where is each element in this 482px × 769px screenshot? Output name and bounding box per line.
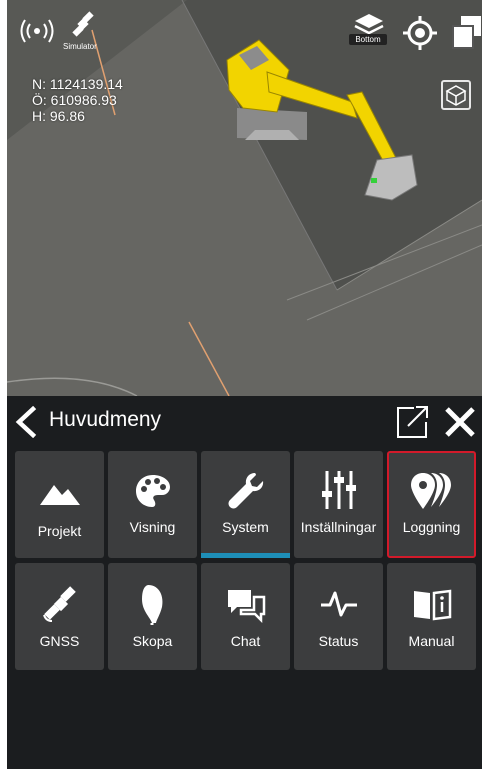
chat-icon [227, 590, 265, 623]
pulse-icon [320, 591, 357, 617]
tile-manual[interactable]: Manual [387, 563, 476, 670]
map-3d-view[interactable]: Simulator Bottom N: 1124139.14 Ö: 610986… [7, 0, 482, 396]
tile-chat[interactable]: Chat [201, 563, 290, 670]
menu-header: Huvudmeny [7, 396, 482, 448]
tile-projekt[interactable]: Projekt [15, 451, 104, 558]
terrain-graphic [7, 0, 482, 396]
height-coordinate: H: 96.86 [32, 108, 85, 124]
locate-icon[interactable] [403, 16, 437, 50]
layer-label: Bottom [349, 34, 387, 45]
tile-visning[interactable]: Visning [108, 451, 197, 558]
book-info-icon [413, 589, 451, 621]
tile-label: Visning [129, 519, 176, 535]
tile-system[interactable]: System [201, 451, 290, 558]
satellite-icon[interactable] [69, 10, 97, 38]
satellite-icon [42, 586, 76, 622]
tile-label: System [222, 519, 269, 535]
window-icon[interactable] [451, 14, 482, 50]
sliders-icon [321, 471, 356, 509]
menu-title: Huvudmeny [49, 408, 162, 431]
app-frame: Simulator Bottom N: 1124139.14 Ö: 610986… [7, 0, 482, 769]
pins-icon [410, 473, 451, 509]
tile-label: Loggning [402, 519, 461, 535]
layers-icon[interactable] [353, 12, 385, 36]
tile-skopa[interactable]: Skopa [108, 563, 197, 670]
tile-label: Manual [408, 633, 455, 649]
tile-label: Chat [230, 633, 261, 649]
back-chevron-icon[interactable] [13, 406, 39, 438]
cube-icon [445, 85, 467, 106]
palette-icon [135, 475, 170, 507]
tile-label: Projekt [37, 523, 82, 539]
simulator-label: Simulator [63, 42, 97, 51]
view-cube-button[interactable] [441, 80, 471, 110]
tile-loggning[interactable]: Loggning [387, 451, 476, 558]
close-icon[interactable] [443, 405, 477, 439]
popout-icon[interactable] [394, 404, 430, 440]
tile-installningar[interactable]: Inställningar [294, 451, 383, 558]
tile-gnss[interactable]: GNSS [15, 563, 104, 670]
signal-icon[interactable] [19, 16, 55, 46]
bucket-icon [141, 585, 162, 625]
mountain-icon [39, 485, 80, 505]
tile-status[interactable]: Status [294, 563, 383, 670]
east-coordinate: Ö: 610986.93 [32, 92, 117, 108]
tile-label: Inställningar [300, 519, 377, 535]
tile-label: GNSS [39, 633, 80, 649]
tile-label: Status [318, 633, 359, 649]
coordinate-readout: N: 1124139.14 Ö: 610986.93 H: 96.86 [32, 76, 123, 124]
north-coordinate: N: 1124139.14 [32, 76, 123, 92]
wrench-icon [228, 473, 263, 509]
tile-label: Skopa [132, 633, 173, 649]
